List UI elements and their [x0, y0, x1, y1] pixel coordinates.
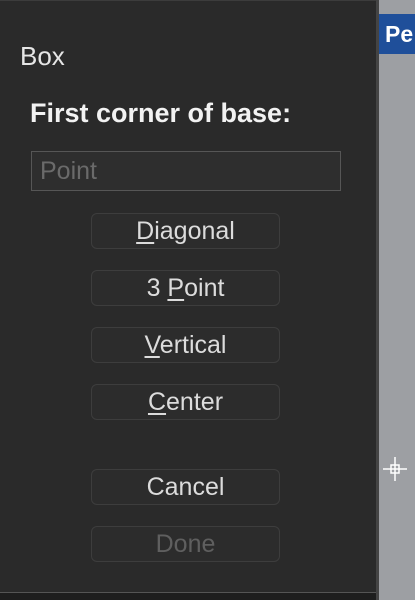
three-point-mnemonic: P [167, 274, 185, 302]
app-window: Box First corner of base: Diagonal 3 Poi… [0, 0, 415, 600]
diagonal-button[interactable]: Diagonal [91, 213, 280, 249]
vertical-label: ertical [159, 331, 227, 359]
center-label: enter [166, 388, 224, 416]
point-input[interactable] [31, 151, 341, 191]
three-point-button[interactable]: 3 Point [91, 270, 280, 306]
vertical-mnemonic: V [144, 331, 160, 359]
crosshair-cursor-icon [383, 457, 407, 481]
vertical-button[interactable]: Vertical [91, 327, 280, 363]
diagonal-label: iagonal [154, 217, 235, 245]
done-button[interactable]: Done [91, 526, 280, 562]
center-button[interactable]: Center [91, 384, 280, 420]
three-point-label: oint [184, 274, 225, 302]
panel-bottom-edge [0, 592, 376, 600]
viewport-area[interactable] [379, 0, 415, 600]
viewport-tab[interactable]: Pe [379, 14, 415, 54]
dialog-title: Box [20, 41, 65, 71]
diagonal-mnemonic: D [136, 217, 155, 245]
center-mnemonic: C [147, 388, 167, 416]
command-panel: Box First corner of base: Diagonal 3 Poi… [0, 0, 376, 593]
cancel-button[interactable]: Cancel [91, 469, 280, 505]
three-point-prefix: 3 [146, 274, 168, 302]
command-prompt: First corner of base: [30, 98, 292, 128]
